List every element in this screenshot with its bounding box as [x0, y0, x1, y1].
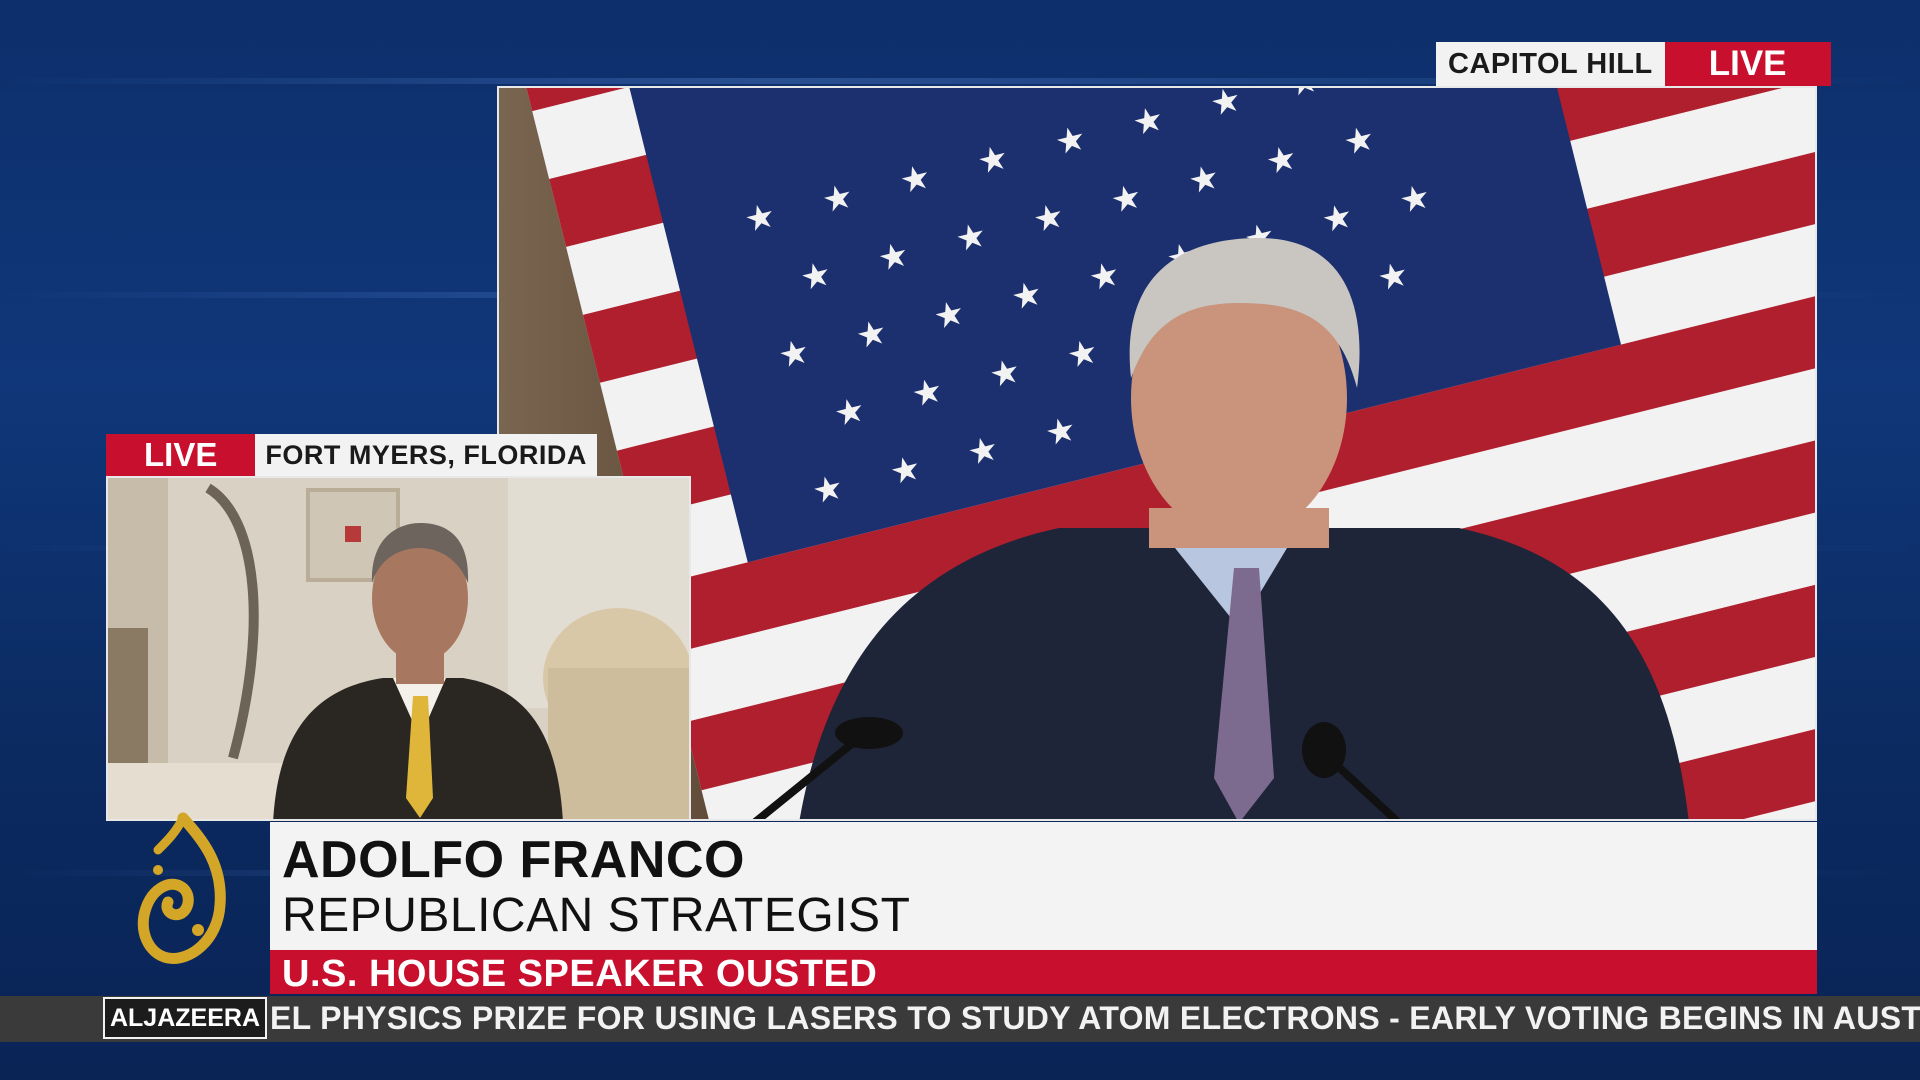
pip-video-feed[interactable] — [106, 476, 691, 821]
news-ticker: EL PHYSICS PRIZE FOR USING LASERS TO STU… — [0, 996, 1920, 1042]
brand-label: ALJAZEERA — [103, 997, 267, 1039]
pip-location-label: FORT MYERS, FLORIDA — [255, 434, 597, 476]
guest-room-scene — [108, 478, 689, 819]
guest-role: REPUBLICAN STRATEGIST — [282, 889, 911, 942]
aljazeera-logo-icon — [128, 810, 238, 980]
ticker-text: EL PHYSICS PRIZE FOR USING LASERS TO STU… — [270, 1000, 1920, 1036]
headline-text: U.S. HOUSE SPEAKER OUSTED — [282, 953, 878, 995]
pip-live-badge: LIVE — [106, 434, 256, 476]
lower-third-name-plate: ADOLFO FRANCO REPUBLICAN STRATEGIST — [270, 822, 1817, 950]
main-location-label: CAPITOL HILL — [1436, 42, 1665, 86]
guest-name: ADOLFO FRANCO — [282, 831, 745, 889]
american-flag-backdrop: ★★★★★★★★★ ★★★★★★★★ ★★★★★★★★★ ★★★★★★★★ ★★… — [515, 88, 1815, 819]
main-live-badge: LIVE — [1664, 42, 1831, 86]
main-video-feed[interactable]: ★★★★★★★★★ ★★★★★★★★ ★★★★★★★★★ ★★★★★★★★ ★★… — [497, 86, 1817, 821]
headline-bar: U.S. HOUSE SPEAKER OUSTED — [270, 950, 1817, 995]
pip-location-tag: LIVE FORT MYERS, FLORIDA — [106, 434, 597, 476]
main-location-tag: CAPITOL HILL LIVE — [1436, 42, 1831, 86]
